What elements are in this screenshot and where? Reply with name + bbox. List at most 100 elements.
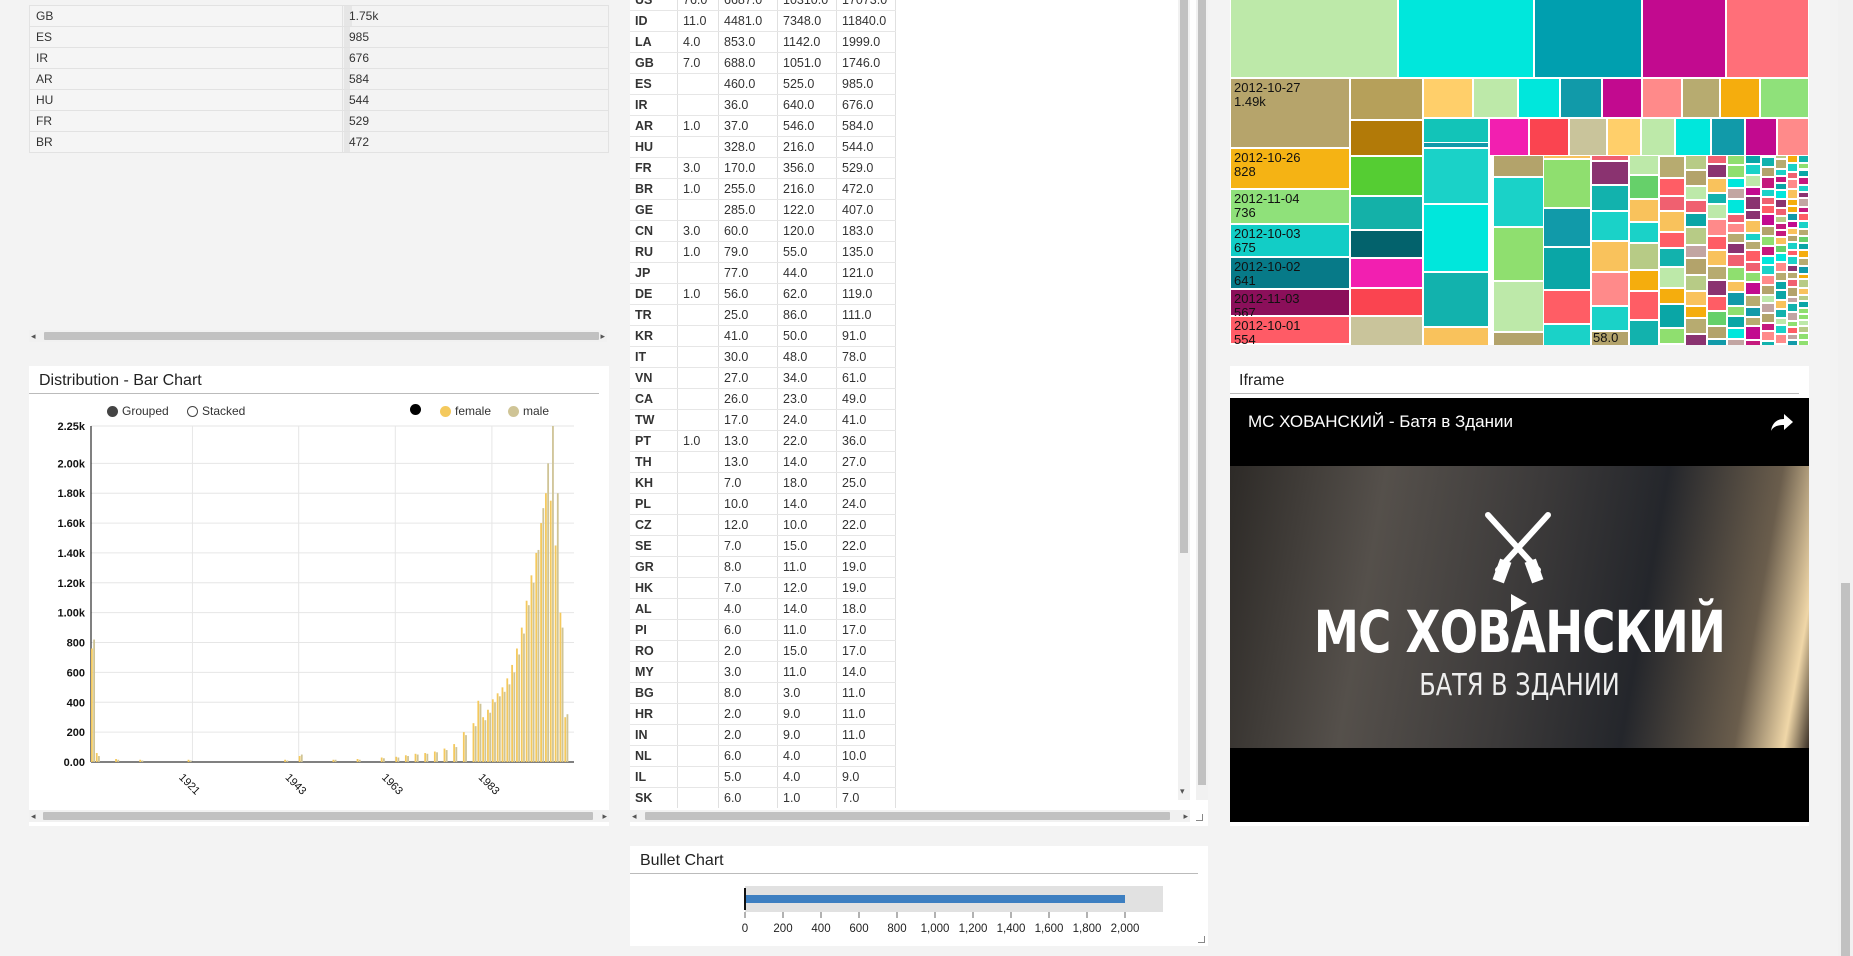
treemap-cell[interactable]	[1745, 339, 1761, 345]
treemap-cell[interactable]	[1560, 78, 1602, 118]
bar-chart-hscroll[interactable]: ◂ ▸	[29, 810, 609, 822]
treemap-cell[interactable]	[1350, 196, 1423, 230]
treemap-cell[interactable]	[1787, 271, 1798, 279]
table-row[interactable]: HU 544	[29, 89, 609, 111]
scroll-thumb[interactable]	[43, 812, 593, 820]
treemap-cell[interactable]	[1775, 344, 1787, 345]
treemap-cell[interactable]	[1659, 195, 1685, 211]
table-row[interactable]: HR 2.0 9.0 11.0	[630, 703, 896, 725]
treemap-cell[interactable]	[1707, 219, 1727, 236]
scroll-down-icon[interactable]: ▾	[1180, 786, 1185, 797]
treemap-cell[interactable]	[1707, 296, 1727, 311]
treemap-cell[interactable]	[1727, 315, 1745, 328]
treemap-cell[interactable]	[1659, 247, 1685, 268]
treemap-cell[interactable]	[1798, 294, 1809, 302]
treemap-cell[interactable]	[1761, 331, 1775, 341]
treemap-cell[interactable]	[1659, 231, 1685, 248]
treemap-cell[interactable]	[1642, 78, 1682, 118]
table-row[interactable]: RO 2.0 15.0 17.0	[630, 640, 896, 662]
scroll-thumb[interactable]	[1198, 0, 1206, 785]
treemap-cell[interactable]	[1745, 326, 1761, 340]
treemap-cell[interactable]	[1423, 204, 1489, 273]
treemap-cell[interactable]	[1775, 244, 1787, 253]
treemap-cell[interactable]	[1591, 211, 1629, 241]
treemap-cell[interactable]	[1798, 242, 1809, 250]
treemap-cell[interactable]	[1761, 246, 1775, 256]
treemap-cell[interactable]	[1787, 212, 1798, 222]
treemap-cell[interactable]	[1798, 288, 1809, 295]
treemap-cell[interactable]: 2012-10-01 554	[1230, 316, 1350, 345]
play-icon[interactable]	[1497, 588, 1537, 618]
table-row[interactable]: IR 36.0 640.0 676.0	[630, 94, 896, 116]
treemap-cell[interactable]	[1230, 0, 1398, 78]
treemap-cell[interactable]	[1745, 232, 1761, 242]
table-row[interactable]: CA 26.0 23.0 49.0	[630, 388, 896, 410]
treemap-cell[interactable]	[1761, 264, 1775, 275]
treemap-cell[interactable]	[1543, 290, 1591, 324]
treemap-cell[interactable]	[1775, 280, 1787, 290]
table-row[interactable]: SK 6.0 1.0 7.0	[630, 787, 896, 808]
scroll-thumb[interactable]	[1180, 0, 1188, 553]
table-row[interactable]: TH 13.0 14.0 27.0	[630, 451, 896, 473]
treemap-cell[interactable]: 2012-10-27 1.49k	[1230, 78, 1350, 148]
treemap-cell[interactable]	[1745, 241, 1761, 251]
treemap-cell[interactable]	[1727, 266, 1745, 281]
treemap-cell[interactable]	[1685, 200, 1707, 213]
video-title[interactable]: MC ХОВАНСКИЙ - Батя в Здании	[1248, 412, 1513, 432]
treemap-cell[interactable]	[1798, 169, 1809, 178]
table-row[interactable]: LA 4.0 853.0 1142.0 1999.0	[630, 31, 896, 53]
treemap-cell[interactable]	[1787, 162, 1798, 173]
treemap-cell[interactable]	[1423, 78, 1473, 118]
treemap-cell[interactable]	[1775, 237, 1787, 245]
scroll-thumb[interactable]	[44, 332, 599, 340]
treemap-cell[interactable]: 2012-11-04 736	[1230, 189, 1350, 224]
treemap-cell[interactable]	[1707, 339, 1727, 345]
treemap-cell[interactable]	[1493, 226, 1545, 281]
treemap-cell[interactable]	[1423, 147, 1489, 205]
treemap-cell[interactable]	[1761, 323, 1775, 332]
treemap-cell[interactable]	[1775, 190, 1787, 200]
play-button[interactable]	[1497, 588, 1537, 618]
treemap-cell[interactable]	[1761, 340, 1775, 345]
table-row[interactable]: TR 25.0 86.0 111.0	[630, 304, 896, 326]
treemap-cell[interactable]	[1629, 319, 1659, 345]
table-row[interactable]: CN 3.0 60.0 120.0 183.0	[630, 220, 896, 242]
treemap-cell[interactable]	[1745, 209, 1761, 220]
table-row[interactable]: GE 285.0 122.0 407.0	[630, 199, 896, 221]
outer-vscroll[interactable]	[1196, 0, 1208, 800]
treemap-cell[interactable]	[1629, 222, 1659, 244]
scroll-right-icon[interactable]: ▸	[602, 810, 607, 822]
treemap-cell[interactable]	[1798, 213, 1809, 222]
treemap-cell[interactable]	[1707, 266, 1727, 281]
treemap-cell[interactable]	[1685, 318, 1707, 335]
treemap-cell[interactable]	[1798, 154, 1809, 164]
treemap-cell[interactable]	[1798, 221, 1809, 230]
table-row[interactable]: SE 7.0 15.0 22.0	[630, 535, 896, 557]
treemap-cell[interactable]	[1591, 306, 1629, 331]
table-row[interactable]: ID 11.0 4481.0 7348.0 11840.0	[630, 10, 896, 32]
treemap-cell[interactable]	[1745, 281, 1761, 295]
treemap-cell[interactable]	[1775, 272, 1787, 281]
treemap-cell[interactable]	[1745, 186, 1761, 197]
table-row[interactable]: ES 460.0 525.0 985.0	[630, 73, 896, 95]
pivot-vscroll[interactable]: ▾	[1178, 0, 1190, 800]
treemap-cell[interactable]	[1775, 183, 1787, 191]
treemap-cell[interactable]	[1493, 332, 1545, 345]
treemap-cell[interactable]	[1350, 120, 1423, 156]
treemap-cell[interactable]	[1659, 304, 1685, 329]
treemap-cell[interactable]	[1685, 306, 1707, 319]
table-row[interactable]: IT 30.0 48.0 78.0	[630, 346, 896, 368]
treemap-cell[interactable]: 2012-10-26 828	[1230, 148, 1350, 189]
table-row[interactable]: IN 2.0 9.0 11.0	[630, 724, 896, 746]
treemap-cell[interactable]	[1745, 317, 1761, 327]
table-row[interactable]: KH 7.0 18.0 25.0	[630, 472, 896, 494]
page-vscroll[interactable]	[1838, 0, 1853, 956]
treemap-cell[interactable]	[1761, 226, 1775, 237]
treemap-cell[interactable]	[1775, 208, 1787, 216]
treemap-cell[interactable]	[1726, 0, 1809, 78]
treemap-cell[interactable]	[1727, 291, 1745, 307]
treemap-cell[interactable]	[1641, 118, 1675, 156]
treemap-cell[interactable]	[1685, 226, 1707, 246]
treemap-cell[interactable]	[1787, 256, 1798, 265]
treemap-cell[interactable]	[1707, 178, 1727, 193]
